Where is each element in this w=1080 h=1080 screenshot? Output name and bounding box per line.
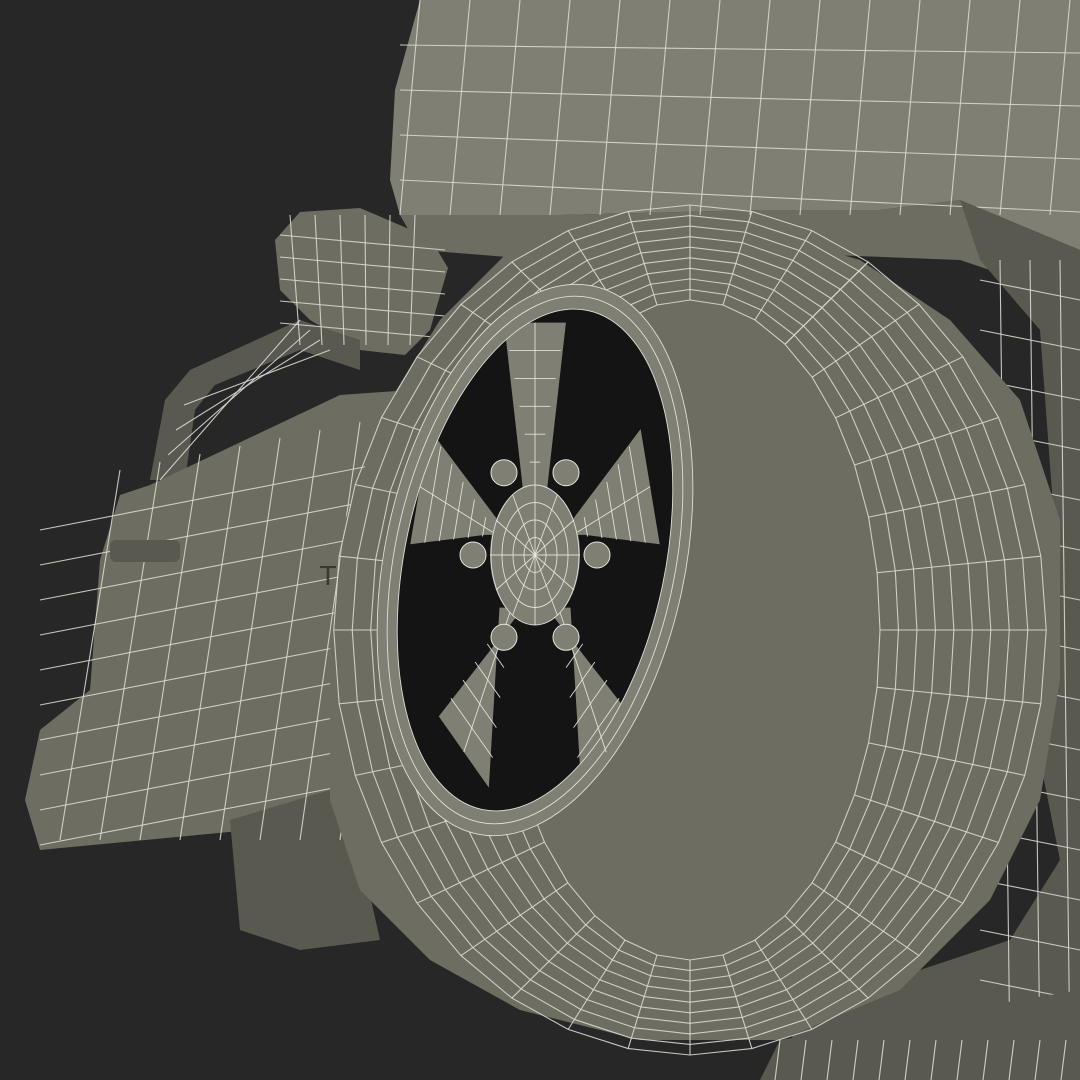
- door-handle: [110, 540, 180, 562]
- hub-cap: [490, 484, 580, 626]
- render-viewport: TA: [0, 0, 1080, 1080]
- lug-nut: [552, 459, 580, 487]
- lug-nut: [490, 623, 518, 651]
- lug-nut: [583, 541, 611, 569]
- lug-nut: [490, 459, 518, 487]
- lug-nut: [552, 623, 580, 651]
- lug-nut: [459, 541, 487, 569]
- wireframe-scene: TA: [25, 0, 1080, 1080]
